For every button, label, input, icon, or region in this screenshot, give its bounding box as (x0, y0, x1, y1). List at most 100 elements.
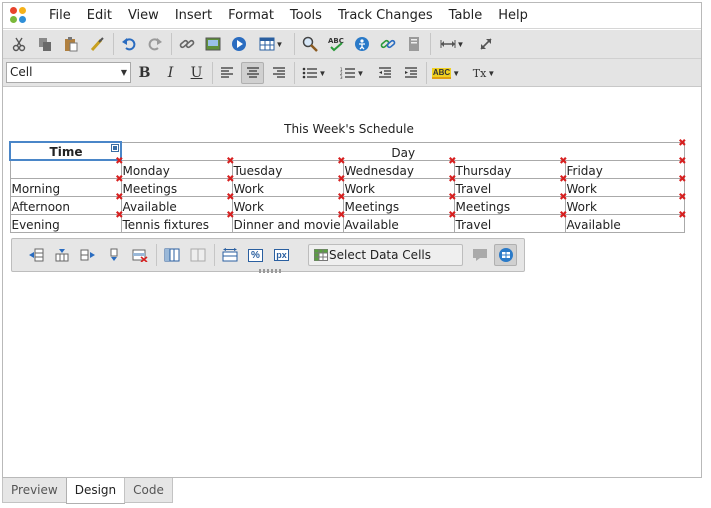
copy-icon[interactable] (33, 33, 56, 55)
highlight-button[interactable]: ABC ▼ (429, 62, 463, 84)
comment-icon[interactable] (468, 244, 491, 266)
align-left-icon[interactable] (215, 62, 238, 84)
horizontal-rule-icon[interactable]: ▼ (434, 33, 470, 55)
menu-insert[interactable]: Insert (167, 4, 220, 28)
accessibility-icon[interactable] (350, 33, 373, 55)
spellcheck-icon[interactable]: ABC (324, 33, 347, 55)
numbered-list-icon[interactable]: 1 2 3 ▼ (335, 62, 369, 84)
delete-row-icon[interactable] (128, 244, 151, 266)
delete-marker-icon[interactable]: ✖ (678, 210, 686, 221)
table-cell[interactable]: Available ✖ (120, 192, 235, 215)
table-cell[interactable]: Day ✖ (120, 138, 687, 161)
undo-icon[interactable] (117, 33, 140, 55)
menu-tools[interactable]: Tools (282, 4, 330, 28)
menu-view[interactable]: View (120, 4, 167, 28)
insert-column-below-icon[interactable] (102, 244, 125, 266)
table-row: Evening ✖ Tennis fixtures ✖ Dinner and mov… (9, 210, 687, 233)
bold-icon: B (138, 65, 151, 81)
media-icon[interactable] (227, 33, 250, 55)
cell-text: Meetings (122, 181, 178, 196)
outdent-icon[interactable] (373, 62, 396, 84)
table-cell[interactable]: Available ✖ (564, 210, 687, 233)
image-icon[interactable] (201, 33, 224, 55)
table-cell[interactable]: Wednesday ✖ (342, 156, 457, 179)
find-icon[interactable] (298, 33, 321, 55)
table-cell-selected[interactable]: Time (9, 141, 122, 161)
table-cell[interactable]: Monday ✖ (120, 156, 235, 179)
clear-format-button[interactable]: Tx ▼ (467, 62, 501, 84)
table-caption[interactable]: This Week's Schedule (9, 122, 689, 136)
table-cell[interactable]: Friday ✖ (564, 156, 687, 179)
align-right-icon[interactable] (267, 62, 290, 84)
indent-icon[interactable] (399, 62, 422, 84)
template-icon[interactable] (402, 33, 425, 55)
table-cell[interactable]: Work ✖ (231, 174, 346, 197)
cell-text: Work (566, 181, 597, 196)
tab-code[interactable]: Code (124, 478, 173, 503)
merge-cells-icon[interactable] (160, 244, 183, 266)
cell-text: Dinner and movie (233, 217, 341, 232)
table-cell[interactable]: Work ✖ (564, 192, 687, 215)
highlight-icon: ABC (431, 67, 452, 79)
table-row: Morning ✖ Meetings ✖ Work ✖ Work ✖ Travel ✖ W… (9, 174, 687, 197)
insert-column-icon[interactable] (76, 244, 99, 266)
delete-marker-icon[interactable]: ✖ (678, 138, 686, 149)
table-cell[interactable]: Morning ✖ (9, 174, 124, 197)
table-cell[interactable]: Work ✖ (231, 192, 346, 215)
cell-handle-icon[interactable] (111, 144, 119, 152)
table-cell[interactable]: Thursday ✖ (453, 156, 568, 179)
table-cell[interactable]: ✖ (9, 157, 124, 179)
tab-preview[interactable]: Preview (2, 478, 67, 503)
table-cell[interactable]: Tuesday ✖ (231, 156, 346, 179)
table-cell[interactable]: Tennis fixtures ✖ (120, 210, 235, 233)
table-cell[interactable]: Work ✖ (564, 174, 687, 197)
insert-row-after-icon[interactable] (50, 244, 73, 266)
percent-width-button[interactable]: % (244, 244, 267, 266)
table-icon[interactable]: ▼ (253, 33, 289, 55)
split-cells-icon[interactable] (186, 244, 209, 266)
tab-design[interactable]: Design (65, 478, 126, 504)
schedule-table[interactable]: Time Day ✖ ✖ Monday ✖ Tuesday ✖ Wednesday ✖ … (9, 138, 687, 233)
row-label: Morning (11, 181, 61, 196)
delete-marker-icon[interactable]: ✖ (678, 174, 686, 185)
style-select[interactable]: Cell ▼ (6, 62, 131, 83)
day-label: Monday (122, 163, 170, 178)
table-cell[interactable]: Evening ✖ (9, 210, 124, 233)
table-cell[interactable]: Meetings ✖ (342, 192, 457, 215)
italic-button[interactable]: I (159, 62, 182, 84)
table-cell[interactable]: Travel ✖ (453, 210, 568, 233)
menu-file[interactable]: File (41, 4, 79, 28)
toolbar-grip[interactable] (259, 269, 283, 273)
document-area[interactable]: This Week's Schedule Time Day ✖ ✖ Monday ✖… (3, 88, 701, 477)
redo-icon[interactable] (143, 33, 166, 55)
menu-track-changes[interactable]: Track Changes (330, 4, 441, 28)
table-cell[interactable]: Work ✖ (342, 174, 457, 197)
pixel-width-button[interactable]: px (270, 244, 293, 266)
delete-marker-icon[interactable]: ✖ (678, 156, 686, 167)
table-cell[interactable]: Available ✖ (342, 210, 457, 233)
underline-button[interactable]: U (185, 62, 208, 84)
fullscreen-icon[interactable] (474, 33, 497, 55)
table-cell[interactable]: Afternoon ✖ (9, 192, 124, 215)
insert-row-before-icon[interactable] (24, 244, 47, 266)
table-cell[interactable]: Travel ✖ (453, 174, 568, 197)
align-center-icon[interactable] (241, 62, 264, 84)
cut-icon[interactable] (7, 33, 30, 55)
menu-help[interactable]: Help (490, 4, 536, 28)
format-painter-icon[interactable] (85, 33, 108, 55)
paste-icon[interactable] (59, 33, 82, 55)
delete-marker-icon[interactable]: ✖ (678, 192, 686, 203)
bullet-list-icon[interactable]: ▼ (297, 62, 331, 84)
table-cell[interactable]: Meetings ✖ (453, 192, 568, 215)
select-data-cells-button[interactable]: Select Data Cells (308, 244, 463, 266)
table-width-icon[interactable] (218, 244, 241, 266)
table-properties-icon[interactable] (494, 244, 517, 266)
unlink-icon[interactable] (376, 33, 399, 55)
menu-format[interactable]: Format (220, 4, 282, 28)
menu-edit[interactable]: Edit (79, 4, 120, 28)
table-cell[interactable]: Dinner and movie ✖ (231, 210, 346, 233)
link-icon[interactable] (175, 33, 198, 55)
bold-button[interactable]: B (133, 62, 156, 84)
table-cell[interactable]: Meetings ✖ (120, 174, 235, 197)
menu-table[interactable]: Table (441, 4, 491, 28)
